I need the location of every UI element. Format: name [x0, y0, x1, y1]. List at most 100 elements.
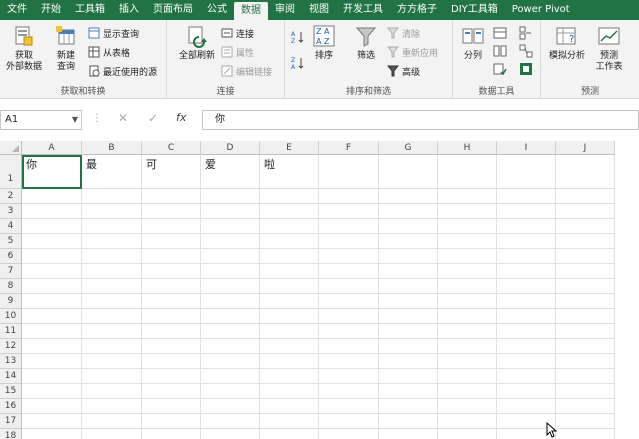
cell-J3[interactable]	[556, 204, 615, 219]
edit-links-button[interactable]: 编辑链接	[221, 63, 272, 79]
cell-E1[interactable]: 啦	[260, 155, 319, 189]
consolidate-icon[interactable]	[519, 26, 533, 40]
cell-F3[interactable]	[319, 204, 379, 219]
cell-H9[interactable]	[438, 294, 497, 309]
cell-H13[interactable]	[438, 354, 497, 369]
cell-J16[interactable]	[556, 399, 615, 414]
cancel-icon[interactable]: ✕	[118, 111, 128, 125]
cell-G1[interactable]	[379, 155, 438, 189]
cell-D11[interactable]	[201, 324, 260, 339]
cell-F14[interactable]	[319, 369, 379, 384]
cell-I4[interactable]	[497, 219, 556, 234]
tab-9[interactable]: 开发工具	[336, 0, 390, 20]
cell-E6[interactable]	[260, 249, 319, 264]
get-external-data-button[interactable]: 获取 外部数据	[2, 24, 46, 73]
cell-A10[interactable]	[22, 309, 82, 324]
cell-J12[interactable]	[556, 339, 615, 354]
cell-E7[interactable]	[260, 264, 319, 279]
insert-function-icon[interactable]: fx	[176, 111, 186, 124]
cell-B6[interactable]	[82, 249, 142, 264]
cell-I12[interactable]	[497, 339, 556, 354]
cell-G9[interactable]	[379, 294, 438, 309]
cell-I10[interactable]	[497, 309, 556, 324]
row-header[interactable]: 15	[0, 384, 22, 399]
cell-I7[interactable]	[497, 264, 556, 279]
cell-E3[interactable]	[260, 204, 319, 219]
cell-F18[interactable]	[319, 429, 379, 439]
cell-F9[interactable]	[319, 294, 379, 309]
row-header[interactable]: 17	[0, 414, 22, 429]
cell-J6[interactable]	[556, 249, 615, 264]
cell-A18[interactable]	[22, 429, 82, 439]
column-header[interactable]: G	[379, 141, 438, 155]
row-header[interactable]: 3	[0, 204, 22, 219]
sort-ascending-icon[interactable]: AZ	[291, 30, 305, 45]
cell-B8[interactable]	[82, 279, 142, 294]
cell-C7[interactable]	[142, 264, 201, 279]
cell-G2[interactable]	[379, 189, 438, 204]
cell-G16[interactable]	[379, 399, 438, 414]
cell-E2[interactable]	[260, 189, 319, 204]
cell-H10[interactable]	[438, 309, 497, 324]
cell-D17[interactable]	[201, 414, 260, 429]
tab-5[interactable]: 公式	[200, 0, 234, 20]
row-header[interactable]: 9	[0, 294, 22, 309]
forecast-sheet-button[interactable]: 预测 工作表	[591, 24, 627, 73]
advanced-filter-button[interactable]: 高级	[387, 63, 420, 79]
cell-D2[interactable]	[201, 189, 260, 204]
cell-E4[interactable]	[260, 219, 319, 234]
cell-I16[interactable]	[497, 399, 556, 414]
name-box[interactable]: A1 ▼	[0, 110, 82, 130]
select-all-corner[interactable]	[0, 141, 22, 155]
cell-B12[interactable]	[82, 339, 142, 354]
cell-D14[interactable]	[201, 369, 260, 384]
cell-G13[interactable]	[379, 354, 438, 369]
cell-D1[interactable]: 爱	[201, 155, 260, 189]
cell-E13[interactable]	[260, 354, 319, 369]
cell-B16[interactable]	[82, 399, 142, 414]
cell-F10[interactable]	[319, 309, 379, 324]
tab-11[interactable]: DIY工具箱	[444, 0, 505, 20]
cell-D9[interactable]	[201, 294, 260, 309]
cell-D15[interactable]	[201, 384, 260, 399]
tab-7[interactable]: 审阅	[268, 0, 302, 20]
cell-I3[interactable]	[497, 204, 556, 219]
cell-J4[interactable]	[556, 219, 615, 234]
cell-D7[interactable]	[201, 264, 260, 279]
cell-C9[interactable]	[142, 294, 201, 309]
cell-G5[interactable]	[379, 234, 438, 249]
cell-C16[interactable]	[142, 399, 201, 414]
cell-J1[interactable]	[556, 155, 615, 189]
cell-E5[interactable]	[260, 234, 319, 249]
row-header[interactable]: 5	[0, 234, 22, 249]
properties-button[interactable]: 属性	[221, 44, 254, 60]
cell-F16[interactable]	[319, 399, 379, 414]
cell-F8[interactable]	[319, 279, 379, 294]
cell-I13[interactable]	[497, 354, 556, 369]
cell-E9[interactable]	[260, 294, 319, 309]
column-header[interactable]: E	[260, 141, 319, 155]
cell-F11[interactable]	[319, 324, 379, 339]
cell-G11[interactable]	[379, 324, 438, 339]
cell-I9[interactable]	[497, 294, 556, 309]
row-header[interactable]: 8	[0, 279, 22, 294]
cell-C14[interactable]	[142, 369, 201, 384]
cell-H3[interactable]	[438, 204, 497, 219]
cell-A13[interactable]	[22, 354, 82, 369]
formula-input[interactable]: 你	[202, 110, 639, 130]
row-header[interactable]: 13	[0, 354, 22, 369]
cell-H8[interactable]	[438, 279, 497, 294]
show-queries-button[interactable]: 显示查询	[88, 25, 139, 41]
cell-H18[interactable]	[438, 429, 497, 439]
cell-F17[interactable]	[319, 414, 379, 429]
tab-4[interactable]: 页面布局	[146, 0, 200, 20]
tab-12[interactable]: Power Pivot	[505, 0, 577, 20]
cell-D13[interactable]	[201, 354, 260, 369]
new-query-button[interactable]: 新建 查询	[48, 24, 84, 73]
relationships-icon[interactable]	[519, 44, 533, 58]
column-header[interactable]: A	[22, 141, 82, 155]
cell-E17[interactable]	[260, 414, 319, 429]
cell-H4[interactable]	[438, 219, 497, 234]
tab-1[interactable]: 开始	[34, 0, 68, 20]
cell-A4[interactable]	[22, 219, 82, 234]
